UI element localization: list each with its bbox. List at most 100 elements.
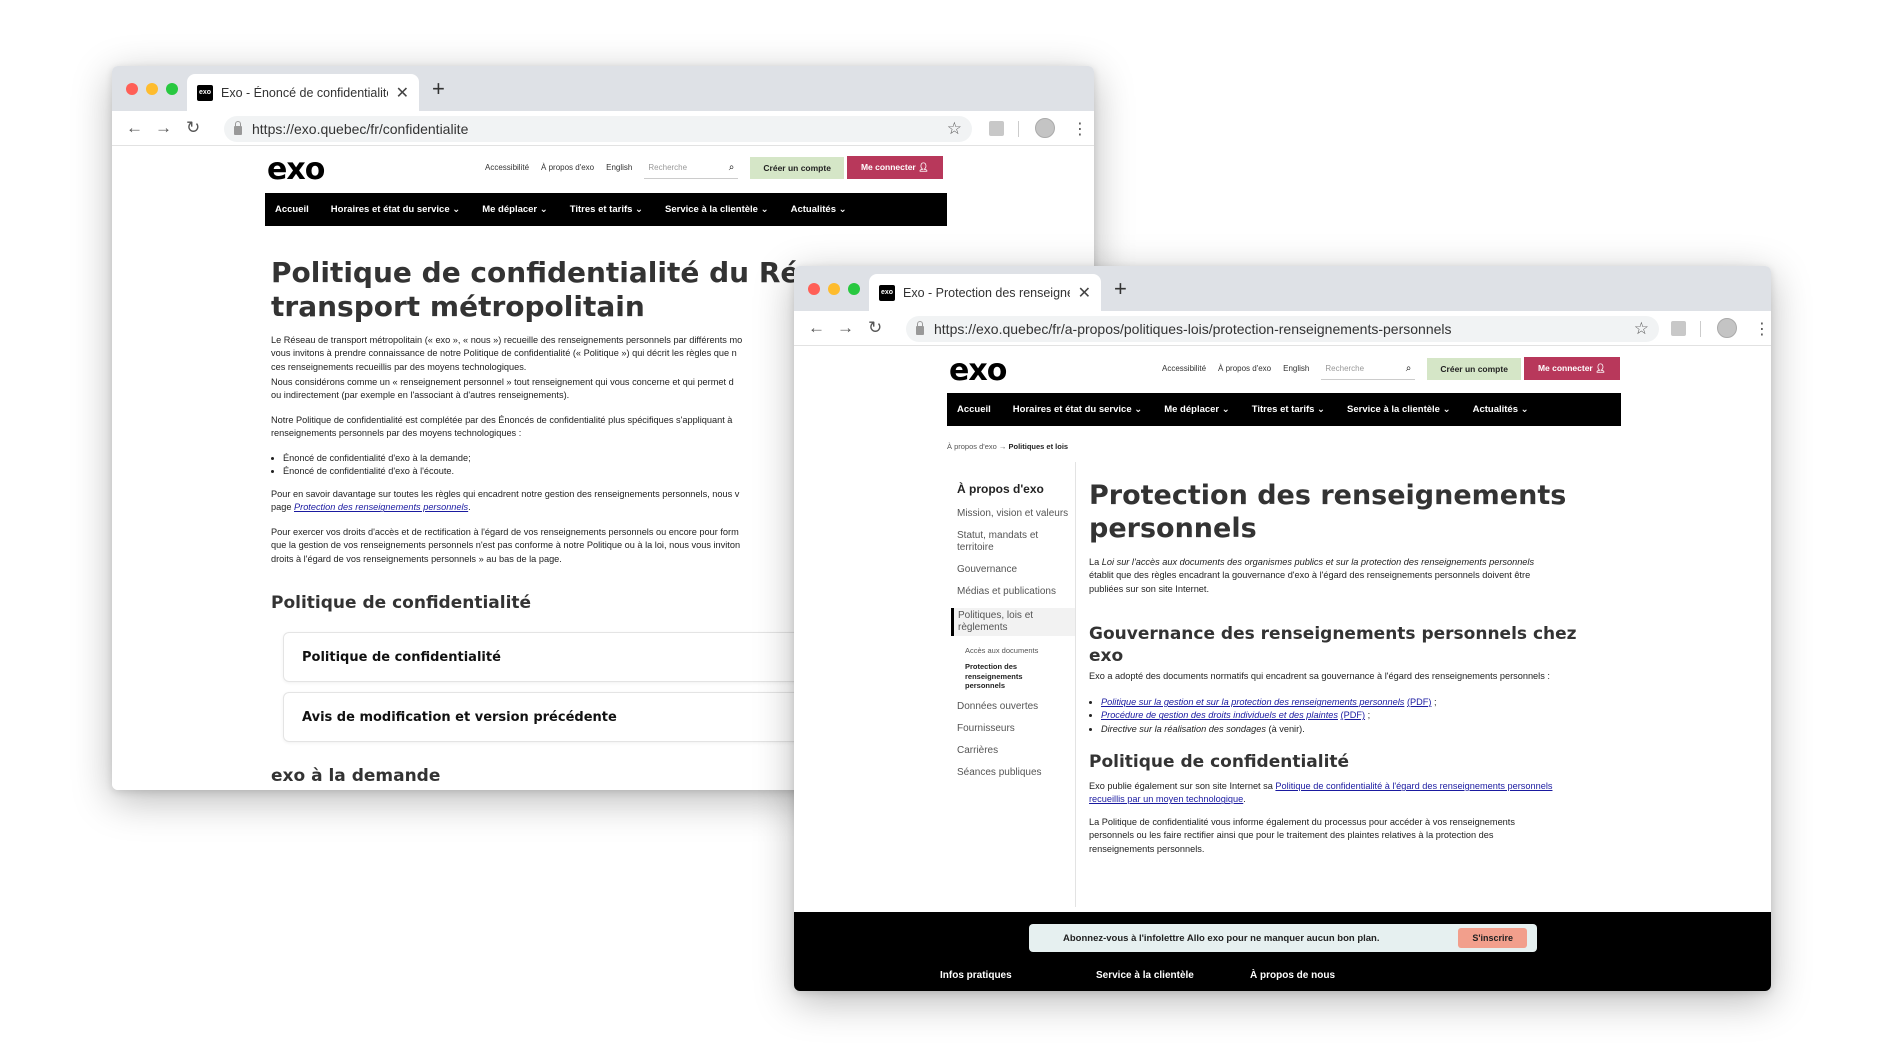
- sidebar-item-seances[interactable]: Séances publiques: [951, 767, 1075, 779]
- breadcrumb-parent-link[interactable]: À propos d'exo: [947, 442, 997, 451]
- close-window-button[interactable]: [126, 83, 138, 95]
- forward-arrow-icon[interactable]: →: [837, 318, 854, 338]
- nav-label: Titres et tarifs: [1251, 404, 1315, 415]
- accessibility-link[interactable]: Accessibilité: [1162, 364, 1206, 373]
- create-account-button[interactable]: Créer un compte: [750, 156, 844, 179]
- sidebar-item-medias[interactable]: Médias et publications: [951, 586, 1075, 598]
- minimize-window-button[interactable]: [828, 283, 840, 295]
- nav-item-accueil[interactable]: Accueil: [957, 404, 991, 415]
- sidebar-item-carrieres[interactable]: Carrières: [951, 745, 1075, 757]
- utility-bar: Accessibilité À propos d'exo English Rec…: [1162, 357, 1620, 380]
- protection-link[interactable]: Protection des renseignements personnels: [294, 502, 468, 512]
- pdf-label[interactable]: (PDF): [1407, 697, 1432, 707]
- extension-icon[interactable]: [989, 121, 1004, 136]
- sidebar-item-mission[interactable]: Mission, vision et valeurs: [951, 508, 1075, 520]
- search-icon[interactable]: ⌕: [729, 162, 735, 173]
- back-arrow-icon[interactable]: ←: [808, 318, 825, 338]
- sidebar-subitem-acces[interactable]: Accès aux documents: [951, 646, 1075, 656]
- politique-confidentialite-link[interactable]: Politique de confidentialité à l'égard d…: [1275, 781, 1552, 791]
- sidebar-item-fournisseurs[interactable]: Fournisseurs: [951, 723, 1075, 735]
- star-icon[interactable]: ☆: [947, 119, 962, 139]
- minimize-window-button[interactable]: [146, 83, 158, 95]
- nav-item-actualites[interactable]: Actualités ⌄: [791, 204, 847, 215]
- section-title-confidentialite: Politique de confidentialité: [1089, 752, 1350, 772]
- maximize-window-button[interactable]: [848, 283, 860, 295]
- chevron-down-icon: ⌄: [760, 204, 769, 215]
- chevron-down-icon: ⌄: [1442, 404, 1451, 415]
- section-sidebar: À propos d'exo Mission, vision et valeur…: [951, 462, 1076, 907]
- maximize-window-button[interactable]: [166, 83, 178, 95]
- sidebar-item-donnees[interactable]: Données ouvertes: [951, 701, 1075, 713]
- reload-icon[interactable]: ↻: [868, 318, 882, 338]
- nav-item-deplacer[interactable]: Me déplacer ⌄: [482, 204, 548, 215]
- search-placeholder: Recherche: [1325, 363, 1365, 373]
- url-input[interactable]: https://exo.quebec/fr/a-propos/politique…: [906, 316, 1659, 342]
- browser-tab[interactable]: exo Exo - Protection des renseignem ✕: [869, 274, 1101, 311]
- nav-item-actualites[interactable]: Actualités ⌄: [1473, 404, 1529, 415]
- intro-paragraph: La Loi sur l'accès aux documents des org…: [1089, 556, 1534, 596]
- browser-menu-icon[interactable]: ⋮: [1072, 119, 1088, 139]
- breadcrumb-current: Politiques et lois: [1008, 442, 1069, 451]
- new-tab-plus-icon[interactable]: +: [1114, 276, 1127, 302]
- login-button[interactable]: Me connecter 👤︎: [846, 156, 943, 179]
- politique-gestion-link[interactable]: Politique sur la gestion et sur la prote…: [1101, 697, 1404, 707]
- search-input[interactable]: Recherche ⌕: [1321, 358, 1416, 380]
- about-exo-link[interactable]: À propos d'exo: [1218, 364, 1271, 373]
- nav-item-horaires[interactable]: Horaires et état du service ⌄: [1013, 404, 1142, 415]
- law-title: Loi sur l'accès aux documents des organi…: [1101, 557, 1535, 567]
- nav-item-titres[interactable]: Titres et tarifs ⌄: [1252, 404, 1325, 415]
- close-icon[interactable]: ✕: [396, 83, 409, 103]
- english-link[interactable]: English: [606, 163, 632, 172]
- reload-icon[interactable]: ↻: [186, 118, 200, 138]
- chevron-down-icon: ⌄: [1520, 404, 1529, 415]
- sidebar-subitem-protection[interactable]: Protection des renseignements personnels: [951, 662, 1041, 691]
- login-button[interactable]: Me connecter 👤︎: [1523, 357, 1620, 380]
- nav-item-service[interactable]: Service à la clientèle ⌄: [1347, 404, 1451, 415]
- profile-avatar-icon[interactable]: [1035, 118, 1055, 138]
- back-arrow-icon[interactable]: ←: [126, 118, 143, 138]
- browser-window-protection: exo Exo - Protection des renseignem ✕ + …: [794, 266, 1771, 991]
- nav-item-service[interactable]: Service à la clientèle ⌄: [665, 204, 769, 215]
- accordion-label: Avis de modification et version précéden…: [302, 709, 617, 725]
- sidebar-item-statut[interactable]: Statut, mandats et territoire: [951, 530, 1075, 554]
- user-icon: 👤︎: [918, 162, 929, 172]
- footer-link-infos[interactable]: Infos pratiques: [940, 970, 1012, 981]
- nav-item-accueil[interactable]: Accueil: [275, 204, 309, 215]
- user-icon: 👤︎: [1595, 363, 1606, 373]
- nav-item-horaires[interactable]: Horaires et état du service ⌄: [331, 204, 460, 215]
- sidebar-item-gouvernance[interactable]: Gouvernance: [951, 564, 1075, 576]
- extension-icon[interactable]: [1671, 321, 1686, 336]
- footer-link-service[interactable]: Service à la clientèle: [1096, 970, 1194, 981]
- politique-confidentialite-link-cont[interactable]: recueillis par un moyen technologique: [1089, 794, 1243, 804]
- search-input[interactable]: Recherche ⌕: [644, 157, 739, 179]
- close-window-button[interactable]: [808, 283, 820, 295]
- profile-avatar-icon[interactable]: [1717, 318, 1737, 338]
- footer-link-apropos[interactable]: À propos de nous: [1250, 970, 1335, 981]
- procedure-gestion-link[interactable]: Procédure de gestion des droits individu…: [1101, 710, 1338, 720]
- star-icon[interactable]: ☆: [1634, 319, 1649, 339]
- browser-tab[interactable]: exo Exo - Énoncé de confidentialité ✕: [187, 74, 419, 111]
- nav-item-titres[interactable]: Titres et tarifs ⌄: [570, 204, 643, 215]
- text-line: Nous considérons comme un « renseignemen…: [271, 377, 734, 387]
- text-line: publiées sur son site Internet.: [1089, 583, 1210, 594]
- exo-logo[interactable]: exo: [949, 353, 1007, 388]
- main-nav: Accueil Horaires et état du service ⌄ Me…: [947, 393, 1621, 426]
- new-tab-plus-icon[interactable]: +: [432, 76, 445, 102]
- create-account-button[interactable]: Créer un compte: [1427, 357, 1521, 380]
- exo-logo[interactable]: exo: [267, 152, 325, 187]
- address-bar: ← → ↻ https://exo.quebec/fr/a-propos/pol…: [794, 311, 1771, 346]
- about-exo-link[interactable]: À propos d'exo: [541, 163, 594, 172]
- browser-menu-icon[interactable]: ⋮: [1754, 319, 1770, 339]
- accessibility-link[interactable]: Accessibilité: [485, 163, 529, 172]
- page-title-line: Protection des renseignements: [1089, 480, 1567, 511]
- subscribe-button[interactable]: S'inscrire: [1458, 928, 1527, 948]
- pdf-label[interactable]: (PDF): [1341, 710, 1366, 720]
- url-input[interactable]: https://exo.quebec/fr/confidentialite ☆: [224, 116, 972, 142]
- sidebar-item-politiques[interactable]: Politiques, lois et règlements: [951, 608, 1075, 636]
- english-link[interactable]: English: [1283, 364, 1309, 373]
- nav-item-deplacer[interactable]: Me déplacer ⌄: [1164, 404, 1230, 415]
- text-line: personnels ou les faire rectifier ainsi …: [1089, 830, 1494, 841]
- close-icon[interactable]: ✕: [1078, 283, 1091, 303]
- search-icon[interactable]: ⌕: [1406, 363, 1412, 374]
- forward-arrow-icon[interactable]: →: [155, 118, 172, 138]
